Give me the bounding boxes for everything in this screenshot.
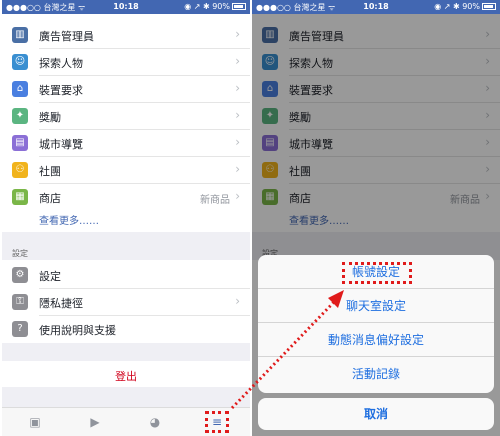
- chevron-right-icon: ›: [235, 294, 240, 308]
- tab-bar: ▣ ▶ ◕ ≡: [2, 407, 250, 436]
- section-divider: [2, 343, 250, 361]
- globe-icon[interactable]: ◕: [148, 415, 162, 429]
- menu-item-label: 廣告管理員: [39, 30, 94, 43]
- settings-section-header: 設定: [12, 249, 28, 258]
- menu-item-device-requests[interactable]: ⌂ 裝置要求 ›: [2, 76, 250, 103]
- home-icon: ⌂: [12, 81, 28, 97]
- menu-item-label: 商店: [39, 192, 61, 205]
- account-settings-option[interactable]: 帳號設定: [258, 255, 494, 289]
- menu-item-label: 社團: [39, 165, 61, 178]
- help-icon: ?: [12, 321, 28, 337]
- phone-screen-left: ●●●○○ 台灣之星 ᯤ 10:18 ◉ ↗ ✱ 90% ▥ 廣告管理員 › ☺…: [2, 0, 250, 436]
- battery-icon: [232, 3, 246, 10]
- menu-item-label: 城市導覽: [39, 138, 83, 151]
- phone-screen-right: ●●●○○ 台灣之星 ᯤ 10:18 ◉ ↗ ✱ 90% ▥ 廣告管理員 › ☺…: [252, 0, 500, 436]
- see-more-link[interactable]: 查看更多……: [39, 212, 99, 227]
- status-bar: ●●●○○ 台灣之星 ᯤ 10:18 ◉ ↗ ✱ 90%: [252, 0, 500, 14]
- menu-item-label: 裝置要求: [39, 84, 83, 97]
- city-icon: ▤: [12, 135, 28, 151]
- people-search-icon: ☺: [12, 54, 28, 70]
- section-divider: [2, 232, 250, 260]
- status-right: ◉ ↗ ✱ 90%: [434, 2, 496, 11]
- cancel-button[interactable]: 取消: [258, 398, 494, 430]
- menu-item-shop[interactable]: ▦ 商店 新商品 ›: [2, 184, 250, 211]
- video-icon[interactable]: ▶: [88, 415, 102, 429]
- puzzle-icon: ✦: [12, 108, 28, 124]
- menu-item-label: 使用說明與支援: [39, 324, 116, 337]
- menu-item-city-guides[interactable]: ▤ 城市導覽 ›: [2, 130, 250, 157]
- status-bar: ●●●○○ 台灣之星 ᯤ 10:18 ◉ ↗ ✱ 90%: [2, 0, 250, 14]
- battery-icon: [482, 3, 496, 10]
- lock-icon: ⚿: [12, 294, 28, 310]
- annotation-highlight: [342, 262, 412, 284]
- menu-item-label: 設定: [39, 270, 61, 283]
- activity-log-option[interactable]: 活動記錄: [258, 357, 494, 393]
- menu-item-settings[interactable]: ⚙ 設定: [2, 262, 250, 289]
- menu-item-privacy-shortcuts[interactable]: ⚿ 隱私捷徑 ›: [2, 289, 250, 316]
- menu-item-groups[interactable]: ⚇ 社團 ›: [2, 157, 250, 184]
- menu-item-label: 隱私捷徑: [39, 297, 83, 310]
- menu-item-help-support[interactable]: ? 使用說明與支援: [2, 316, 250, 343]
- menu-item-ads-manager[interactable]: ▥ 廣告管理員 ›: [2, 22, 250, 49]
- menu-item-rewards[interactable]: ✦ 獎勵 ›: [2, 103, 250, 130]
- gear-icon: ⚙: [12, 267, 28, 283]
- menu-item-label: 探索人物: [39, 57, 83, 70]
- menu-item-discover-people[interactable]: ☺ 探索人物 ›: [2, 49, 250, 76]
- section-divider: [2, 387, 250, 407]
- chevron-right-icon: ›: [235, 108, 240, 122]
- feed-icon[interactable]: ▣: [28, 415, 42, 429]
- chevron-right-icon: ›: [235, 162, 240, 176]
- chevron-right-icon: ›: [235, 27, 240, 41]
- menu-icon[interactable]: ≡: [205, 411, 229, 433]
- shop-icon: ▦: [12, 189, 28, 205]
- chevron-right-icon: ›: [235, 81, 240, 95]
- chart-icon: ▥: [12, 27, 28, 43]
- chevron-right-icon: ›: [235, 135, 240, 149]
- action-sheet: 帳號設定 聊天室設定 動態消息偏好設定 活動記錄: [258, 255, 494, 393]
- status-right: ◉ ↗ ✱ 90%: [184, 2, 246, 11]
- new-items-badge: 新商品: [200, 195, 230, 206]
- group-icon: ⚇: [12, 162, 28, 178]
- chevron-right-icon: ›: [235, 54, 240, 68]
- logout-button[interactable]: 登出: [2, 368, 250, 384]
- chat-settings-option[interactable]: 聊天室設定: [258, 289, 494, 323]
- menu-item-label: 獎勵: [39, 111, 61, 124]
- news-feed-preferences-option[interactable]: 動態消息偏好設定: [258, 323, 494, 357]
- chevron-right-icon: ›: [235, 189, 240, 203]
